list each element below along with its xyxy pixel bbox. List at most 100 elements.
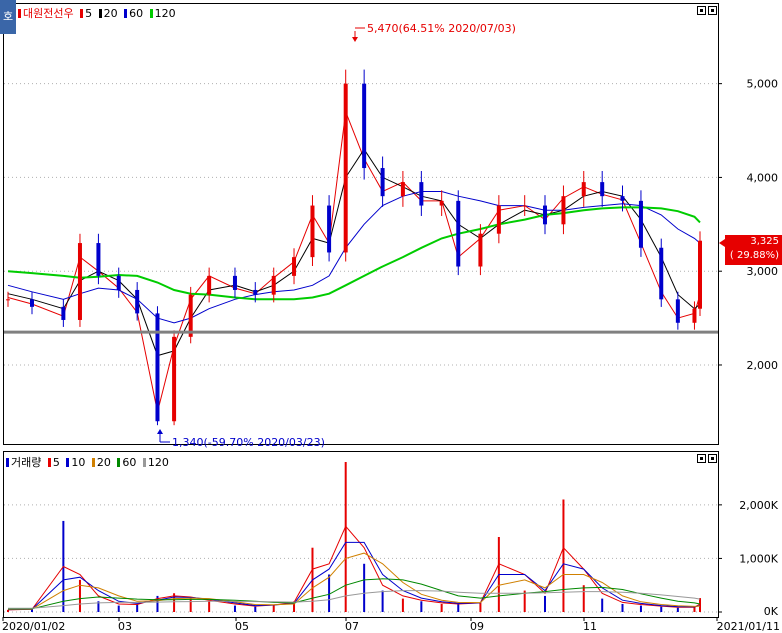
price-candle — [96, 243, 101, 276]
volume-bar — [660, 606, 663, 612]
price-candle — [400, 182, 405, 197]
current-price-badge: 3,325 ( 29.88%) — [725, 235, 782, 265]
volume-legend-ma10: 10 — [66, 456, 85, 469]
price-legend-ma20: 20 — [98, 7, 118, 20]
volume-bar — [479, 602, 482, 612]
price-legend-ma120: 120 — [149, 7, 176, 20]
volume-legend-ma20: 20 — [91, 456, 111, 469]
price-candle — [61, 306, 66, 320]
volume-gridlines — [4, 504, 718, 613]
low-annotation: 1,340(-59.70% 2020/03/23) — [157, 429, 325, 449]
price-legend: 대원전선우 5 20 60 120 — [18, 7, 179, 20]
price-candle — [675, 299, 680, 323]
price-ma-5-line — [7, 111, 701, 413]
x-tick-label: 07 — [345, 620, 359, 633]
volume-y-tick-label: 1,000K — [739, 552, 778, 565]
price-candles — [6, 69, 702, 426]
price-candle — [561, 196, 566, 225]
x-tick-label: 11 — [583, 620, 597, 633]
volume-panel-minimize-button[interactable] — [697, 454, 706, 463]
price-candle — [581, 182, 586, 197]
volume-bar — [136, 603, 139, 612]
volume-bar — [562, 499, 565, 612]
price-y-tick-label: 3,000 — [747, 265, 779, 278]
price-ma-60-line — [7, 191, 701, 324]
price-legend-ma5: 5 — [80, 7, 92, 20]
volume-panel-close-button[interactable] — [708, 454, 717, 463]
side-tab-label: 호 — [2, 10, 14, 23]
x-tick-label: 05 — [235, 620, 249, 633]
price-candle — [362, 83, 367, 169]
price-candle — [522, 205, 527, 207]
y-tick-labels: 2,000 3,000 4,000 5,000 0K 1,000K 2,000K — [718, 78, 779, 618]
volume-y-tick-label: 0K — [764, 605, 779, 618]
x-tick-label: 2021/01/11 — [717, 620, 780, 633]
price-candle — [6, 299, 10, 301]
x-tick-label: 2020/01/02 — [2, 620, 65, 633]
volume-bar — [233, 605, 236, 612]
volume-bar — [693, 607, 696, 612]
volume-bar — [344, 462, 347, 612]
price-panel-minimize-button[interactable] — [697, 6, 706, 15]
volume-bar — [78, 579, 81, 612]
current-price-value: 3,325 — [750, 236, 779, 247]
volume-bar — [363, 563, 366, 612]
price-y-tick-label: 5,000 — [747, 78, 779, 91]
volume-bars — [7, 462, 701, 612]
volume-bar — [401, 598, 404, 612]
price-panel-close-button[interactable] — [708, 6, 717, 15]
price-candle — [116, 275, 121, 290]
volume-bar — [272, 604, 275, 612]
price-candle — [135, 289, 140, 314]
price-candle — [310, 205, 315, 258]
volume-bar — [639, 605, 642, 612]
x-tick-label: 09 — [470, 620, 484, 633]
price-y-tick-label: 4,000 — [747, 171, 779, 184]
volume-legend-ma120: 120 — [142, 456, 169, 469]
volume-bar — [543, 595, 546, 612]
volume-bar — [189, 598, 192, 612]
chart-frame: 2,000 3,000 4,000 5,000 0K 1,000K 2,000K 2020/… — [2, 3, 780, 633]
high-annotation-text: 5,470(64.51% 2020/07/03) — [367, 22, 516, 35]
price-candle — [638, 200, 643, 248]
volume-bar — [582, 585, 585, 612]
high-annotation: 5,470(64.51% 2020/07/03) — [352, 22, 516, 42]
price-ma-20-line — [7, 148, 701, 357]
price-candle — [542, 205, 547, 225]
price-ma-lines — [7, 111, 701, 413]
price-y-tick-label: 2,000 — [747, 359, 779, 372]
price-candle — [380, 168, 385, 197]
volume-ma-60-line — [8, 578, 701, 610]
price-candle — [253, 289, 258, 295]
volume-legend-ma5: 5 — [47, 456, 60, 469]
low-annotation-text: 1,340(-59.70% 2020/03/23) — [172, 436, 325, 449]
volume-y-tick-label: 2,000K — [739, 499, 778, 512]
volume-bar — [457, 603, 460, 612]
price-candle — [343, 83, 348, 253]
price-candle — [659, 247, 664, 300]
volume-bar — [254, 606, 257, 612]
price-candle — [77, 243, 82, 320]
price-candle — [698, 240, 702, 309]
price-candle — [292, 257, 297, 276]
volume-ma-lines — [7, 525, 701, 611]
price-candle — [496, 205, 501, 234]
price-candle — [207, 275, 212, 295]
volume-bar — [699, 598, 701, 612]
volume-bar — [381, 590, 384, 612]
price-candle — [155, 313, 160, 422]
price-plot-border — [3, 3, 719, 445]
side-tab[interactable]: 호 — [0, 0, 16, 34]
volume-bar — [440, 603, 443, 612]
price-candle — [620, 196, 625, 201]
price-candle — [478, 233, 483, 267]
price-candle — [327, 205, 332, 253]
volume-bar — [601, 598, 604, 612]
volume-bar — [117, 605, 120, 612]
price-candle — [188, 294, 193, 337]
volume-bar — [676, 607, 679, 612]
price-candle — [692, 308, 697, 323]
price-legend-ma60: 60 — [124, 7, 143, 20]
x-tick-labels: 2020/01/02 03 05 07 09 11 2021/01/11 — [2, 617, 780, 633]
price-candle — [419, 182, 424, 206]
